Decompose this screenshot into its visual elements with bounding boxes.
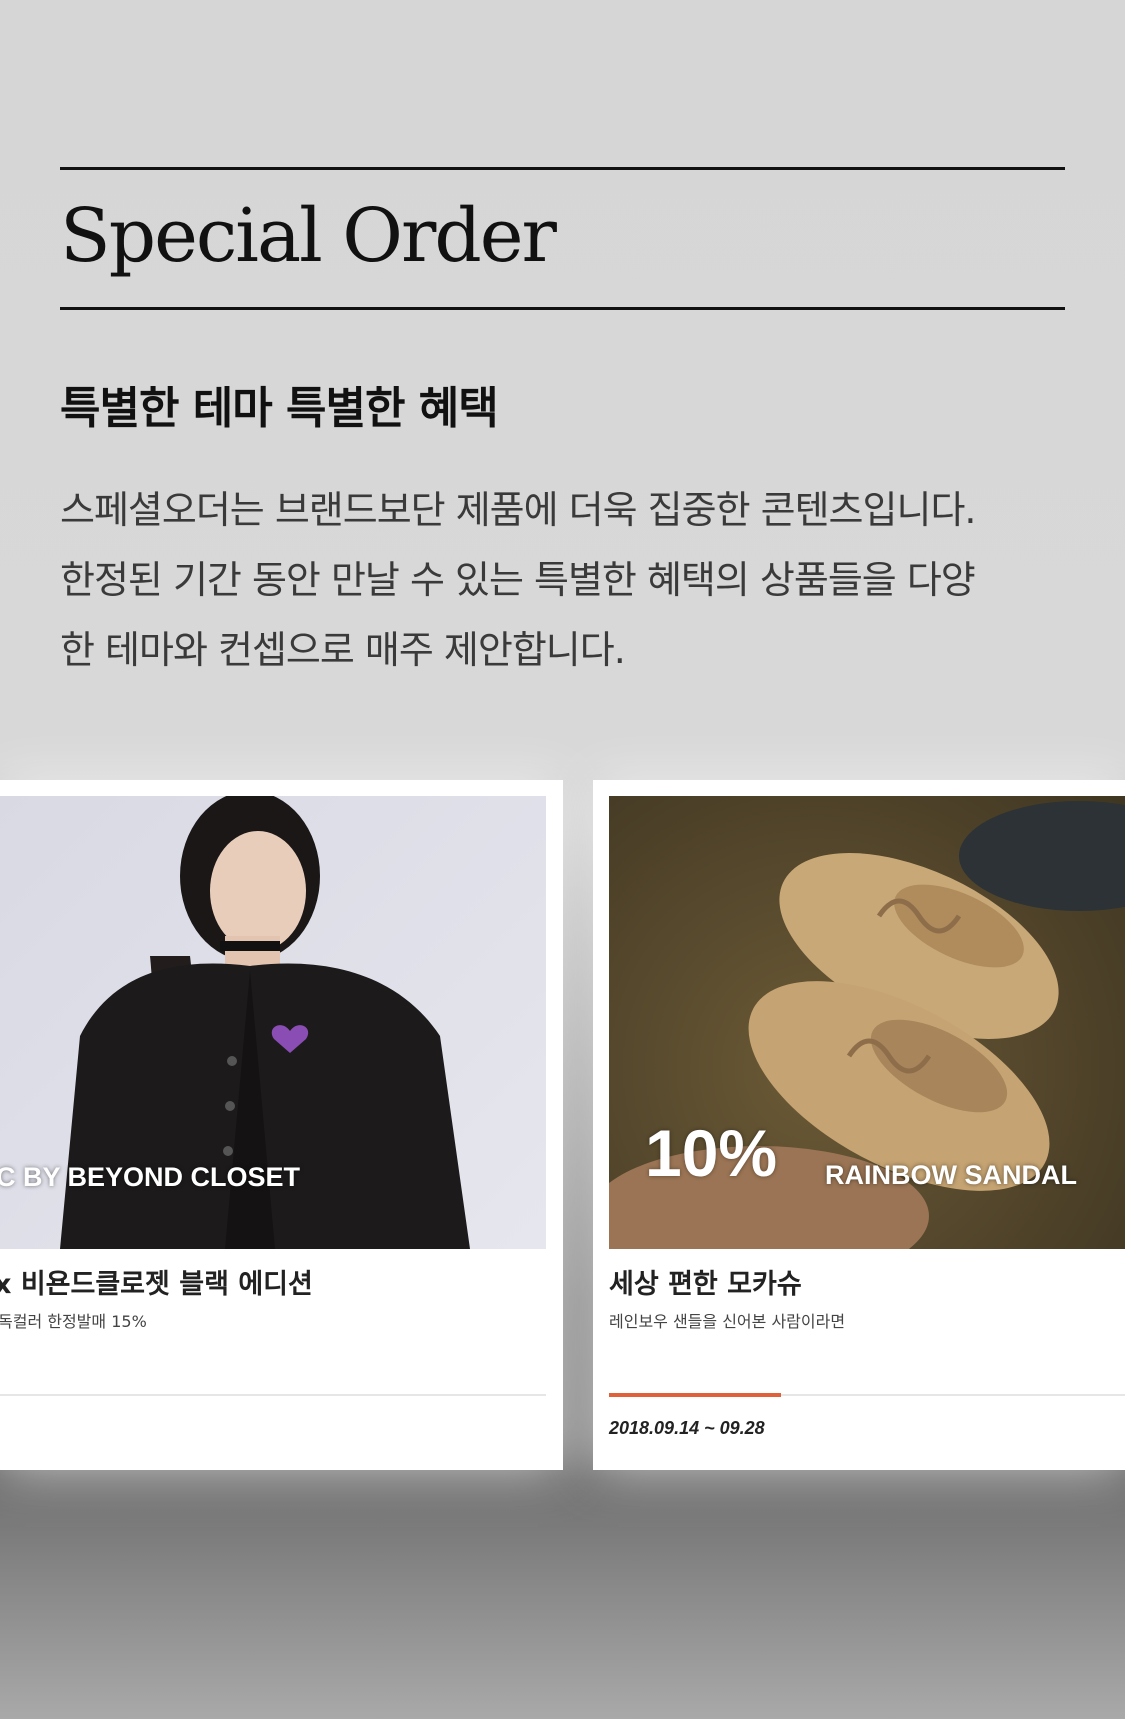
section-title: Special Order bbox=[60, 193, 557, 279]
product-photo[interactable]: C BY BEYOND CLOSET bbox=[0, 796, 546, 1249]
description-line: 스페셜오더는 브랜드보단 제품에 더욱 집중한 콘텐츠입니다. bbox=[60, 488, 976, 532]
card-subtitle: 독컬러 한정발매 15% bbox=[0, 1312, 147, 1331]
card-overlay-text: RAINBOW SANDAL bbox=[825, 1160, 1077, 1190]
card-date: 2018.09.14 ~ 09.28 bbox=[609, 1418, 765, 1438]
discount-overlay: 10% bbox=[645, 1116, 778, 1190]
product-photo[interactable]: 10% RAINBOW SANDAL bbox=[609, 796, 1125, 1249]
card-overlay-text: C BY BEYOND CLOSET bbox=[0, 1162, 301, 1192]
period-progress-bar bbox=[609, 1393, 781, 1397]
description-line: 한 테마와 컨셉으로 매주 제안합니다. bbox=[60, 628, 626, 672]
bottom-rule bbox=[60, 307, 1065, 310]
card-divider bbox=[0, 1394, 546, 1396]
card-title[interactable]: 세상 편한 모카슈 bbox=[609, 1262, 802, 1301]
section-description: 스페셜오더는 브랜드보단 제품에 더욱 집중한 콘텐츠입니다. 한정된 기간 동… bbox=[60, 480, 1070, 690]
section-header: Special Order bbox=[60, 167, 1065, 310]
special-order-card[interactable]: C BY BEYOND CLOSET x 비욘드클로젯 블랙 에디션 독컬러 한… bbox=[0, 780, 563, 1470]
special-order-card[interactable]: 10% RAINBOW SANDAL 세상 편한 모카슈 레인보우 샌들을 신어… bbox=[593, 780, 1125, 1470]
description-line: 한정된 기간 동안 만날 수 있는 특별한 혜택의 상품들을 다양 bbox=[60, 558, 976, 602]
card-subtitle: 레인보우 샌들을 신어본 사람이라면 bbox=[609, 1312, 846, 1331]
top-rule bbox=[60, 167, 1065, 170]
section-subtitle: 특별한 테마 특별한 혜택 bbox=[60, 383, 499, 434]
card-title[interactable]: x 비욘드클로젯 블랙 에디션 bbox=[0, 1262, 313, 1301]
